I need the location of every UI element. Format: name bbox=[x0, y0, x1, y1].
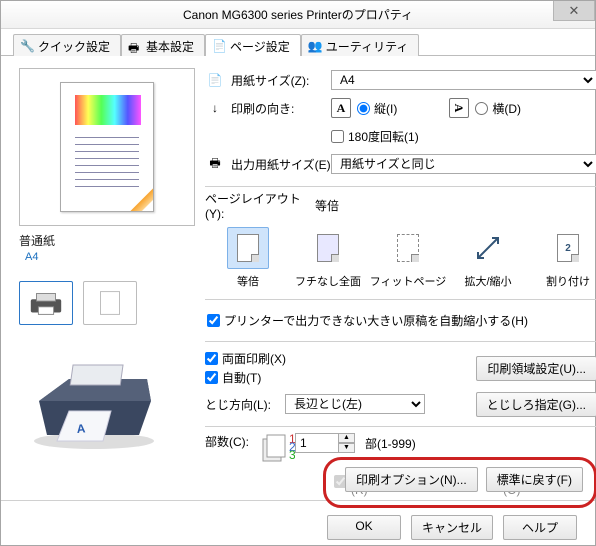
pagesize-label: 用紙サイズ(Z): bbox=[231, 72, 331, 89]
properties-dialog: Canon MG6300 series Printerのプロパティ ✕ 🔧クイッ… bbox=[0, 0, 596, 546]
tab-basic[interactable]: 🖶基本設定 bbox=[121, 34, 205, 56]
tab-quick-setup[interactable]: 🔧クイック設定 bbox=[13, 34, 121, 56]
printer-illustration: A bbox=[19, 351, 195, 454]
portrait-glyph: A bbox=[331, 98, 351, 118]
spin-up[interactable]: ▲ bbox=[339, 433, 355, 443]
copies-label: 部数(C): bbox=[205, 433, 261, 450]
thumb-blank[interactable] bbox=[83, 281, 137, 325]
portrait-radio[interactable]: 縦(I) bbox=[357, 100, 397, 117]
auto-checkbox[interactable]: 自動(T) bbox=[205, 369, 286, 386]
copies-icon: 123 bbox=[261, 433, 295, 463]
orientation-label: 印刷の向き: bbox=[231, 100, 331, 117]
autoshrink-checkbox[interactable]: プリンターで出力できない大きい原稿を自動縮小する(H) bbox=[207, 312, 596, 329]
output-size-label: 出力用紙サイズ(E): bbox=[231, 156, 331, 173]
tab-page-setup[interactable]: 📄ページ設定 bbox=[205, 34, 301, 56]
printer-icon: 🖶 bbox=[128, 39, 142, 53]
print-area-button[interactable]: 印刷領域設定(U)... bbox=[476, 356, 596, 381]
tile-scaled[interactable]: 拡大/縮小 bbox=[459, 227, 517, 289]
output-size-select[interactable]: 用紙サイズと同じ bbox=[331, 154, 596, 174]
binding-select[interactable]: 長辺とじ(左) bbox=[285, 394, 425, 414]
spin-down[interactable]: ▼ bbox=[339, 443, 355, 453]
page-preview bbox=[19, 68, 195, 226]
tile-borderless[interactable]: フチなし全面 bbox=[299, 227, 357, 289]
pagesize-icon: 📄 bbox=[205, 71, 225, 89]
close-button[interactable]: ✕ bbox=[553, 1, 595, 21]
cancel-button[interactable]: キャンセル bbox=[411, 515, 493, 540]
layout-tiles: 等倍 フチなし全面 フィットページ 拡大/縮小 2割り付け bbox=[219, 227, 596, 289]
tab-utility[interactable]: 👥ユーティリティ bbox=[301, 34, 420, 56]
output-icon: 🖶 bbox=[205, 155, 225, 173]
rotate180-checkbox[interactable]: 180度回転(1) bbox=[331, 128, 419, 145]
landscape-radio[interactable]: 横(D) bbox=[475, 100, 521, 117]
layout-value: 等倍 bbox=[315, 197, 339, 214]
tile-nup[interactable]: 2割り付け bbox=[539, 227, 596, 289]
tile-normal[interactable]: 等倍 bbox=[219, 227, 277, 289]
titlebar: Canon MG6300 series Printerのプロパティ ✕ bbox=[1, 1, 595, 29]
paper-info: 普通紙 A4 bbox=[19, 232, 195, 263]
print-options-button[interactable]: 印刷オプション(N)... bbox=[345, 467, 478, 492]
thumb-printer[interactable] bbox=[19, 281, 73, 325]
copies-input[interactable]: ▲▼ bbox=[295, 433, 355, 453]
binding-label: とじ方向(L): bbox=[205, 396, 285, 413]
pagesize-select[interactable]: A4 bbox=[331, 70, 596, 90]
margin-button[interactable]: とじしろ指定(G)... bbox=[476, 392, 596, 417]
duplex-checkbox[interactable]: 両面印刷(X) bbox=[205, 350, 286, 367]
wrench-icon: 🔧 bbox=[20, 39, 34, 53]
copies-range: 部(1-999) bbox=[365, 435, 416, 452]
orientation-icon: ↓ bbox=[205, 99, 225, 117]
landscape-glyph: A bbox=[449, 98, 469, 118]
printer-thumb-icon bbox=[27, 289, 65, 317]
page-thumb-icon bbox=[91, 289, 129, 317]
tab-bar: 🔧クイック設定 🖶基本設定 📄ページ設定 👥ユーティリティ bbox=[1, 29, 595, 56]
restore-defaults-button[interactable]: 標準に戻す(F) bbox=[486, 467, 583, 492]
window-title: Canon MG6300 series Printerのプロパティ bbox=[183, 6, 413, 23]
utility-icon: 👥 bbox=[308, 39, 322, 53]
help-button[interactable]: ヘルプ bbox=[503, 515, 577, 540]
ok-button[interactable]: OK bbox=[327, 515, 401, 540]
page-icon: 📄 bbox=[212, 39, 226, 53]
tile-fit[interactable]: フィットページ bbox=[379, 227, 437, 289]
layout-label: ページレイアウト(Y): bbox=[205, 190, 315, 221]
svg-text:A: A bbox=[76, 421, 86, 436]
